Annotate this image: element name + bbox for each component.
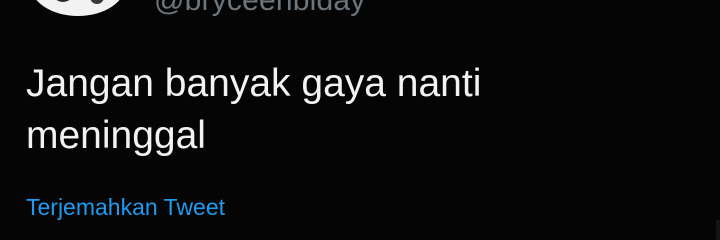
edge-divider	[716, 220, 720, 240]
translate-tweet-link[interactable]: Terjemahkan Tweet	[26, 193, 225, 221]
user-avatar[interactable]	[30, 0, 126, 16]
tweet-card: @bryceenbiday Jangan banyak gaya nanti m…	[0, 0, 720, 240]
user-handle[interactable]: @bryceenbiday	[154, 0, 366, 18]
tweet-text: Jangan banyak gaya nanti meninggal	[26, 62, 482, 157]
